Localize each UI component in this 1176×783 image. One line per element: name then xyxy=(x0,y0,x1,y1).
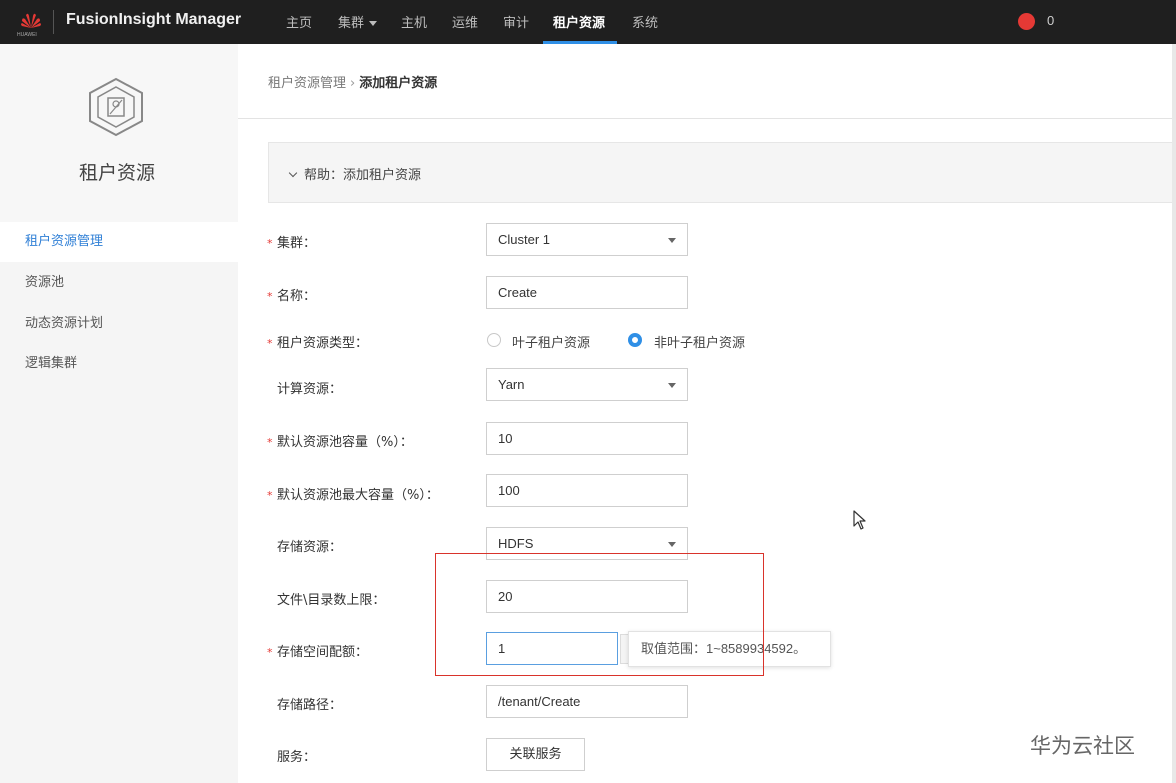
help-toggle[interactable]: 帮助：添加租户资源 xyxy=(288,164,422,183)
radio-leaf-label[interactable]: 叶子租户资源 xyxy=(512,332,590,351)
name-input[interactable]: Create xyxy=(486,276,688,309)
default-max-capacity-input[interactable]: 100 xyxy=(486,474,688,507)
caret-down-icon xyxy=(668,383,676,388)
storage-label: 存储资源： xyxy=(277,540,343,555)
cluster-select[interactable]: Cluster 1 xyxy=(486,223,688,256)
caret-down-icon xyxy=(668,238,676,243)
required-mark: * xyxy=(267,290,273,303)
tenant-type-label: * 租户资源类型： xyxy=(267,336,369,351)
alarm-icon[interactable] xyxy=(1018,13,1035,30)
breadcrumb: 租户资源管理 › 添加租户资源 xyxy=(268,72,437,91)
nav-audit[interactable]: 审计 xyxy=(503,12,529,31)
sidebar-item-logical-cluster[interactable]: 逻辑集群 xyxy=(0,344,238,384)
highlight-box xyxy=(435,553,764,676)
alarm-count[interactable]: 0 xyxy=(1047,13,1054,28)
watermark: 华为云社区 xyxy=(1030,734,1135,758)
breadcrumb-separator-icon: › xyxy=(350,76,356,91)
sidebar-header: 租户资源 xyxy=(0,44,238,224)
nav-tenant[interactable]: 租户资源 xyxy=(553,12,605,31)
compute-label: 计算资源： xyxy=(277,382,343,397)
radio-non-leaf-label[interactable]: 非叶子租户资源 xyxy=(654,332,745,351)
nav-system[interactable]: 系统 xyxy=(632,12,658,31)
app-title: FusionInsight Manager xyxy=(66,11,242,28)
help-label: 帮助：添加租户资源 xyxy=(304,168,422,183)
associate-service-button[interactable]: 关联服务 xyxy=(486,738,585,771)
tenant-cube-icon xyxy=(89,77,143,137)
sidebar-item-resource-pool[interactable]: 资源池 xyxy=(0,263,238,303)
nav-cluster[interactable]: 集群 xyxy=(338,12,378,31)
default-capacity-label: * 默认资源池容量（%）： xyxy=(267,435,413,450)
sidebar-title: 租户资源 xyxy=(78,162,155,184)
nav-ops[interactable]: 运维 xyxy=(452,12,478,31)
default-capacity-input[interactable]: 10 xyxy=(486,422,688,455)
required-mark: * xyxy=(267,646,273,659)
radio-leaf[interactable] xyxy=(487,333,501,347)
cluster-label: * 集群： xyxy=(267,236,317,251)
divider xyxy=(238,118,1172,119)
storage-path-input[interactable]: /tenant/Create xyxy=(486,685,688,718)
caret-down-icon xyxy=(668,542,676,547)
top-bar: HUAWEI FusionInsight Manager 主页 集群 主机 运维… xyxy=(0,0,1176,44)
sidebar: 租户资源 租户资源管理 资源池 动态资源计划 逻辑集群 xyxy=(0,44,238,783)
nav-hosts[interactable]: 主机 xyxy=(401,12,427,31)
active-nav-indicator xyxy=(543,41,617,44)
brand-small-text: HUAWEI xyxy=(17,32,37,38)
required-mark: * xyxy=(267,237,273,250)
mouse-cursor-icon xyxy=(853,510,866,530)
caret-down-icon xyxy=(369,21,378,26)
compute-select[interactable]: Yarn xyxy=(486,368,688,401)
sidebar-item-tenant-management[interactable]: 租户资源管理 xyxy=(0,222,238,262)
name-label: * 名称： xyxy=(267,289,317,304)
storage-quota-label: * 存储空间配额： xyxy=(267,645,369,660)
storage-path-label: 存储路径： xyxy=(277,698,343,713)
header-divider xyxy=(53,10,54,34)
radio-non-leaf[interactable] xyxy=(628,333,642,347)
service-label: 服务： xyxy=(277,750,317,765)
huawei-logo-icon[interactable] xyxy=(18,8,44,34)
required-mark: * xyxy=(267,489,273,502)
scrollbar-track[interactable] xyxy=(1172,44,1176,783)
default-max-capacity-label: * 默认资源池最大容量（%）： xyxy=(267,488,439,503)
chevron-down-icon xyxy=(288,168,298,178)
breadcrumb-parent[interactable]: 租户资源管理 xyxy=(268,76,346,91)
compute-value: Yarn xyxy=(498,377,525,392)
cluster-value: Cluster 1 xyxy=(498,232,551,247)
file-limit-label: 文件\目录数上限： xyxy=(277,593,386,608)
sidebar-item-dynamic-plan[interactable]: 动态资源计划 xyxy=(0,304,238,344)
nav-cluster-label: 集群 xyxy=(338,16,365,31)
storage-value: HDFS xyxy=(498,536,534,551)
nav-home[interactable]: 主页 xyxy=(286,12,312,31)
required-mark: * xyxy=(267,436,273,449)
breadcrumb-current: 添加租户资源 xyxy=(359,76,438,91)
required-mark: * xyxy=(267,337,273,350)
